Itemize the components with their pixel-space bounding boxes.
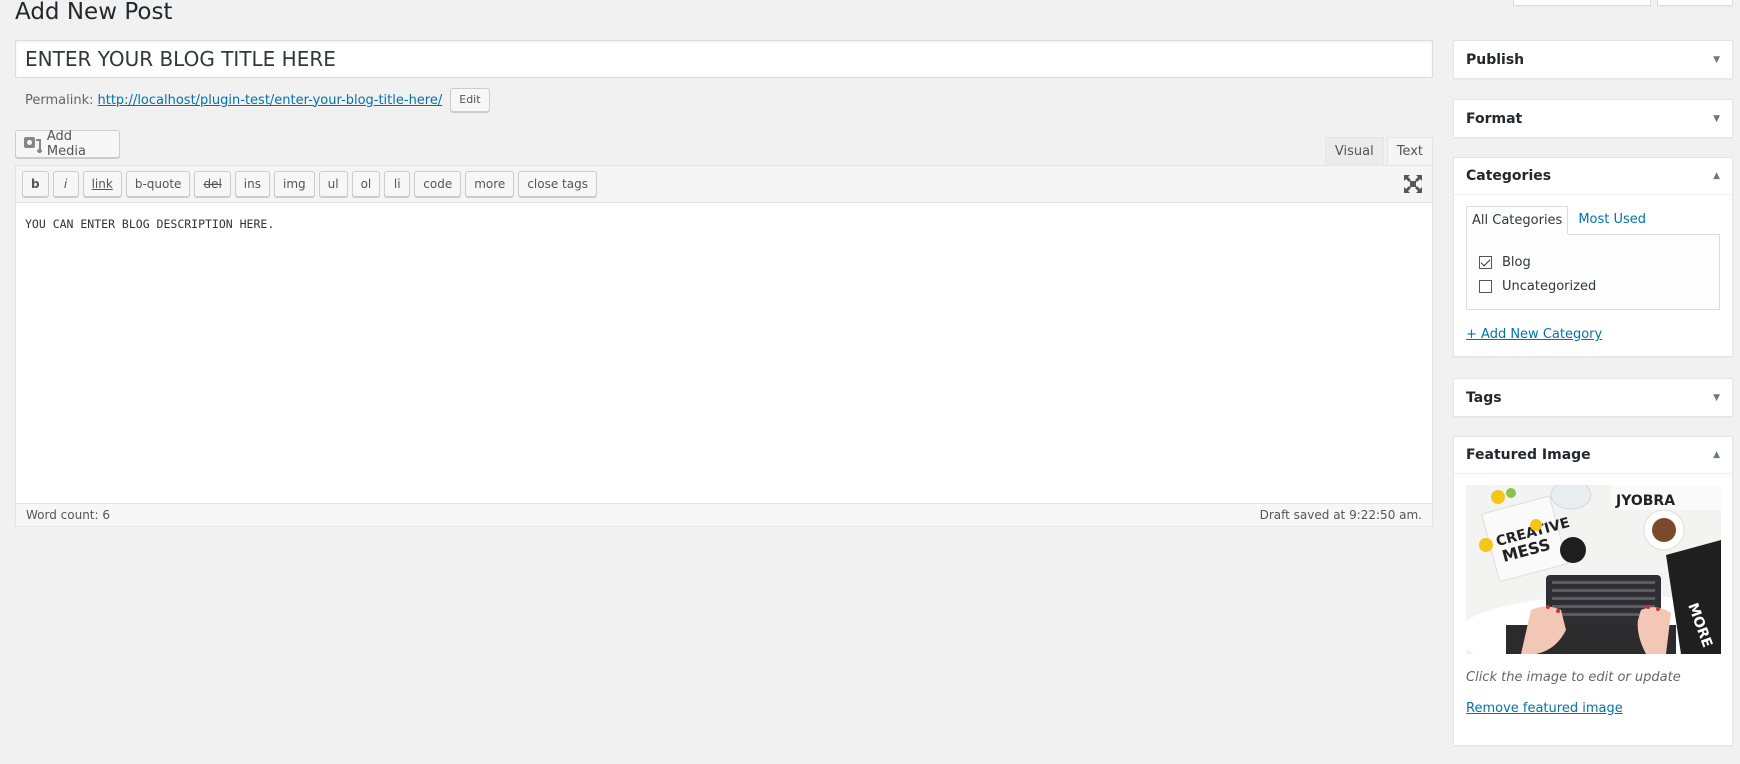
format-box-title: Format <box>1466 110 1523 127</box>
format-box-header[interactable]: Format ▼ <box>1454 100 1732 137</box>
qt-more-button[interactable]: more <box>465 171 515 197</box>
format-box: Format ▼ <box>1453 99 1733 138</box>
editor-status-bar: Word count: 6 Draft saved at 9:22:50 am. <box>16 503 1432 526</box>
qt-ul-button[interactable]: ul <box>318 171 348 197</box>
category-item-uncategorized[interactable]: Uncategorized <box>1479 274 1707 298</box>
remove-featured-image-link[interactable]: Remove featured image <box>1466 701 1720 716</box>
featured-image-hint: Click the image to edit or update <box>1466 670 1681 685</box>
permalink-link[interactable]: http://localhost/plugin-test/enter-your-… <box>98 93 443 108</box>
expand-arrow-icon[interactable]: ▼ <box>1713 393 1720 403</box>
category-checkbox[interactable] <box>1479 279 1492 293</box>
category-label: Uncategorized <box>1502 278 1597 294</box>
qt-del-button[interactable]: del <box>194 171 231 197</box>
tab-visual[interactable]: Visual <box>1324 137 1384 166</box>
add-media-label: Add Media <box>46 129 86 159</box>
qt-blockquote-button[interactable]: b-quote <box>125 171 191 197</box>
category-tabs: All Categories Most Used <box>1466 206 1720 235</box>
qt-ol-button[interactable]: ol <box>351 171 381 197</box>
featured-image-box-title: Featured Image <box>1466 447 1591 463</box>
word-count: Word count: 6 <box>26 508 111 522</box>
collapse-arrow-icon[interactable]: ▲ <box>1713 171 1720 181</box>
post-title-input[interactable] <box>15 40 1433 78</box>
permalink-edit-button[interactable]: Edit <box>450 88 490 112</box>
qt-link-button[interactable]: link <box>82 171 122 197</box>
category-item-blog[interactable]: Blog <box>1479 250 1707 274</box>
featured-image-box: Featured Image ▲ CREATIVE MESS JYOBRA MO… <box>1453 436 1733 746</box>
qt-bold-button[interactable]: b <box>22 171 49 197</box>
draft-saved-status: Draft saved at 9:22:50 am. <box>1259 508 1422 522</box>
featured-image-photo: CREATIVE MESS JYOBRA MORE <box>1466 485 1721 654</box>
add-media-icon <box>24 136 42 153</box>
permalink-row: Permalink: http://localhost/plugin-test/… <box>25 88 490 112</box>
svg-text:JYOBRA: JYOBRA <box>1615 493 1675 509</box>
publish-box-title: Publish <box>1466 51 1525 68</box>
page-title: Add New Post <box>15 0 173 25</box>
qt-close-tags-button[interactable]: close tags <box>518 171 597 197</box>
help-tab[interactable] <box>1657 0 1733 6</box>
collapse-arrow-icon[interactable]: ▲ <box>1713 450 1720 460</box>
add-media-button[interactable]: Add Media <box>15 129 120 159</box>
categories-box: Categories ▲ All Categories Most Used Bl… <box>1453 157 1733 357</box>
tags-box-header[interactable]: Tags ▼ <box>1454 379 1732 416</box>
quicktags-toolbar: b i link b-quote del ins img ul ol li co… <box>16 166 1432 203</box>
add-new-category-link[interactable]: + Add New Category <box>1466 327 1720 342</box>
screen-options-tab[interactable] <box>1513 0 1651 6</box>
featured-image-box-header[interactable]: Featured Image ▲ <box>1454 437 1732 474</box>
post-editor: b i link b-quote del ins img ul ol li co… <box>15 165 1433 527</box>
qt-li-button[interactable]: li <box>384 171 411 197</box>
featured-image-thumbnail[interactable]: CREATIVE MESS JYOBRA MORE <box>1466 485 1721 654</box>
permalink-label: Permalink: <box>25 92 94 108</box>
expand-arrow-icon[interactable]: ▼ <box>1713 55 1720 65</box>
tab-all-categories[interactable]: All Categories <box>1466 206 1569 235</box>
expand-arrow-icon[interactable]: ▼ <box>1713 114 1720 124</box>
categories-box-header[interactable]: Categories ▲ <box>1454 158 1732 195</box>
content-textarea[interactable]: YOU CAN ENTER BLOG DESCRIPTION HERE. <box>16 203 1432 503</box>
qt-img-button[interactable]: img <box>273 171 315 197</box>
fullscreen-icon[interactable] <box>1404 175 1422 193</box>
publish-box-header[interactable]: Publish ▼ <box>1454 41 1732 78</box>
tags-box-title: Tags <box>1466 389 1502 406</box>
editor-mode-tabs: Visual Text <box>1324 137 1433 166</box>
qt-ins-button[interactable]: ins <box>234 171 270 197</box>
category-checklist: Blog Uncategorized <box>1466 234 1720 310</box>
qt-italic-button[interactable]: i <box>52 171 79 197</box>
categories-box-title: Categories <box>1466 168 1552 184</box>
tags-box: Tags ▼ <box>1453 378 1733 417</box>
publish-box: Publish ▼ <box>1453 40 1733 79</box>
category-label: Blog <box>1502 254 1531 270</box>
category-checkbox[interactable] <box>1479 255 1492 269</box>
tab-most-used[interactable]: Most Used <box>1568 206 1651 235</box>
tab-text[interactable]: Text <box>1386 137 1433 166</box>
qt-code-button[interactable]: code <box>414 171 462 197</box>
